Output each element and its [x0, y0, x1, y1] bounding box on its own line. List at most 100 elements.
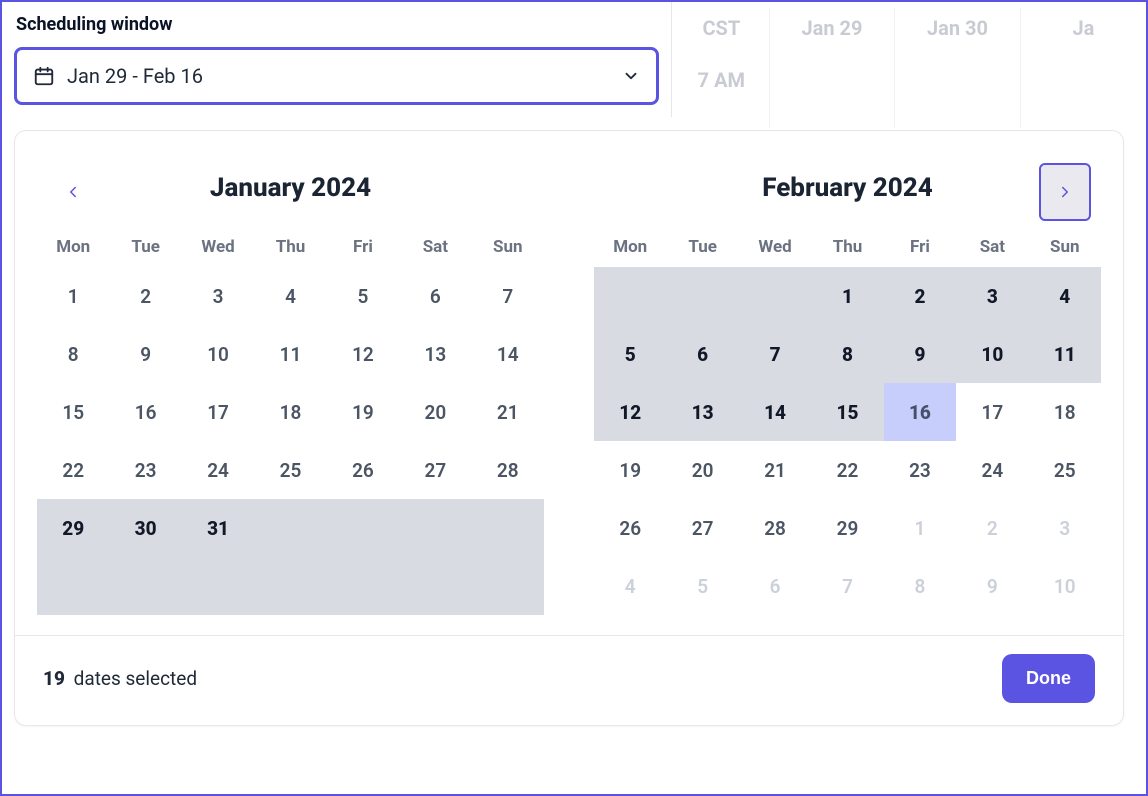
date-cell[interactable]: 6: [666, 325, 738, 383]
date-cell[interactable]: 21: [739, 441, 811, 499]
date-cell[interactable]: 19: [327, 383, 399, 441]
date-cell[interactable]: 15: [37, 383, 109, 441]
date-cell-empty: [109, 557, 181, 615]
month-grid: 1234567891011121314151617181920212223242…: [37, 267, 544, 615]
dow-label: Thu: [811, 237, 883, 257]
date-cell-empty: [254, 499, 326, 557]
date-cell[interactable]: 7: [472, 267, 544, 325]
date-cell[interactable]: 9: [884, 325, 956, 383]
date-cell[interactable]: 23: [109, 441, 181, 499]
date-cell[interactable]: 14: [739, 383, 811, 441]
date-cell[interactable]: 17: [182, 383, 254, 441]
selection-count: 19 dates selected: [43, 667, 197, 690]
date-cell[interactable]: 1: [811, 267, 883, 325]
date-cell[interactable]: 10: [956, 325, 1028, 383]
date-cell: 2: [956, 499, 1028, 557]
popover-footer: 19 dates selected Done: [15, 635, 1123, 725]
date-cell-empty: [254, 557, 326, 615]
next-month-button[interactable]: [1039, 163, 1091, 221]
date-cell[interactable]: 17: [956, 383, 1028, 441]
date-cell[interactable]: 28: [472, 441, 544, 499]
date-cell-empty: [472, 499, 544, 557]
date-cell[interactable]: 15: [811, 383, 883, 441]
date-cell[interactable]: 27: [666, 499, 738, 557]
dow-label: Fri: [327, 237, 399, 257]
date-cell[interactable]: 8: [37, 325, 109, 383]
date-cell[interactable]: 1: [37, 267, 109, 325]
dow-label: Tue: [109, 237, 181, 257]
dow-label: Wed: [739, 237, 811, 257]
date-cell: 1: [884, 499, 956, 557]
date-cell[interactable]: 4: [1029, 267, 1101, 325]
month-title: January 2024: [37, 173, 544, 203]
date-cell[interactable]: 31: [182, 499, 254, 557]
date-cell[interactable]: 25: [1029, 441, 1101, 499]
date-cell[interactable]: 29: [37, 499, 109, 557]
done-button[interactable]: Done: [1002, 654, 1095, 703]
date-cell[interactable]: 9: [109, 325, 181, 383]
date-cell[interactable]: 6: [399, 267, 471, 325]
date-cell[interactable]: 2: [109, 267, 181, 325]
date-range-field[interactable]: Jan 29 - Feb 16: [14, 47, 659, 105]
date-cell-empty: [182, 557, 254, 615]
date-cell[interactable]: 3: [182, 267, 254, 325]
date-cell[interactable]: 10: [182, 325, 254, 383]
date-cell[interactable]: 13: [399, 325, 471, 383]
date-cell[interactable]: 19: [594, 441, 666, 499]
date-cell: 10: [1029, 557, 1101, 615]
date-cell[interactable]: 12: [327, 325, 399, 383]
date-cell[interactable]: 21: [472, 383, 544, 441]
prev-month-button[interactable]: [47, 163, 99, 221]
date-cell[interactable]: 20: [399, 383, 471, 441]
date-cell[interactable]: 26: [327, 441, 399, 499]
date-cell[interactable]: 27: [399, 441, 471, 499]
date-cell[interactable]: 14: [472, 325, 544, 383]
date-cell-empty: [472, 557, 544, 615]
date-cell[interactable]: 11: [1029, 325, 1101, 383]
month-title: February 2024: [594, 173, 1101, 203]
date-cell[interactable]: 20: [666, 441, 738, 499]
dow-label: Thu: [254, 237, 326, 257]
date-cell[interactable]: 30: [109, 499, 181, 557]
date-cell[interactable]: 22: [811, 441, 883, 499]
date-cell[interactable]: 24: [956, 441, 1028, 499]
background-calendar: CST 7 AM Jan 29 Jan 30 Ja: [674, 2, 1146, 132]
month-grid: 1234567891011121314151617181920212223242…: [594, 267, 1101, 615]
dow-label: Sun: [472, 237, 544, 257]
date-cell-empty: [327, 557, 399, 615]
date-cell-empty: [399, 557, 471, 615]
date-cell[interactable]: 5: [594, 325, 666, 383]
dow-label: Fri: [884, 237, 956, 257]
date-cell[interactable]: 11: [254, 325, 326, 383]
calendar-icon: [33, 65, 55, 87]
date-picker-popover: January 2024 MonTueWedThuFriSatSun 12345…: [14, 130, 1124, 726]
date-cell: 5: [666, 557, 738, 615]
date-cell[interactable]: 18: [1029, 383, 1101, 441]
date-cell[interactable]: 28: [739, 499, 811, 557]
date-cell[interactable]: 8: [811, 325, 883, 383]
date-cell[interactable]: 26: [594, 499, 666, 557]
date-cell[interactable]: 4: [254, 267, 326, 325]
date-cell[interactable]: 3: [956, 267, 1028, 325]
date-cell[interactable]: 29: [811, 499, 883, 557]
date-cell[interactable]: 7: [739, 325, 811, 383]
dow-row: MonTueWedThuFriSatSun: [594, 237, 1101, 257]
dow-label: Tue: [666, 237, 738, 257]
chevron-left-icon: [64, 183, 82, 201]
date-cell[interactable]: 18: [254, 383, 326, 441]
date-cell: 8: [884, 557, 956, 615]
date-cell[interactable]: 23: [884, 441, 956, 499]
date-cell[interactable]: 5: [327, 267, 399, 325]
date-cell[interactable]: 2: [884, 267, 956, 325]
date-cell[interactable]: 24: [182, 441, 254, 499]
dow-label: Sun: [1029, 237, 1101, 257]
date-cell[interactable]: 16: [109, 383, 181, 441]
date-cell-empty: [399, 499, 471, 557]
date-cell-empty: [594, 267, 666, 325]
date-cell[interactable]: 13: [666, 383, 738, 441]
date-cell[interactable]: 12: [594, 383, 666, 441]
date-cell[interactable]: 25: [254, 441, 326, 499]
date-cell: 3: [1029, 499, 1101, 557]
date-cell[interactable]: 16: [884, 383, 956, 441]
date-cell[interactable]: 22: [37, 441, 109, 499]
